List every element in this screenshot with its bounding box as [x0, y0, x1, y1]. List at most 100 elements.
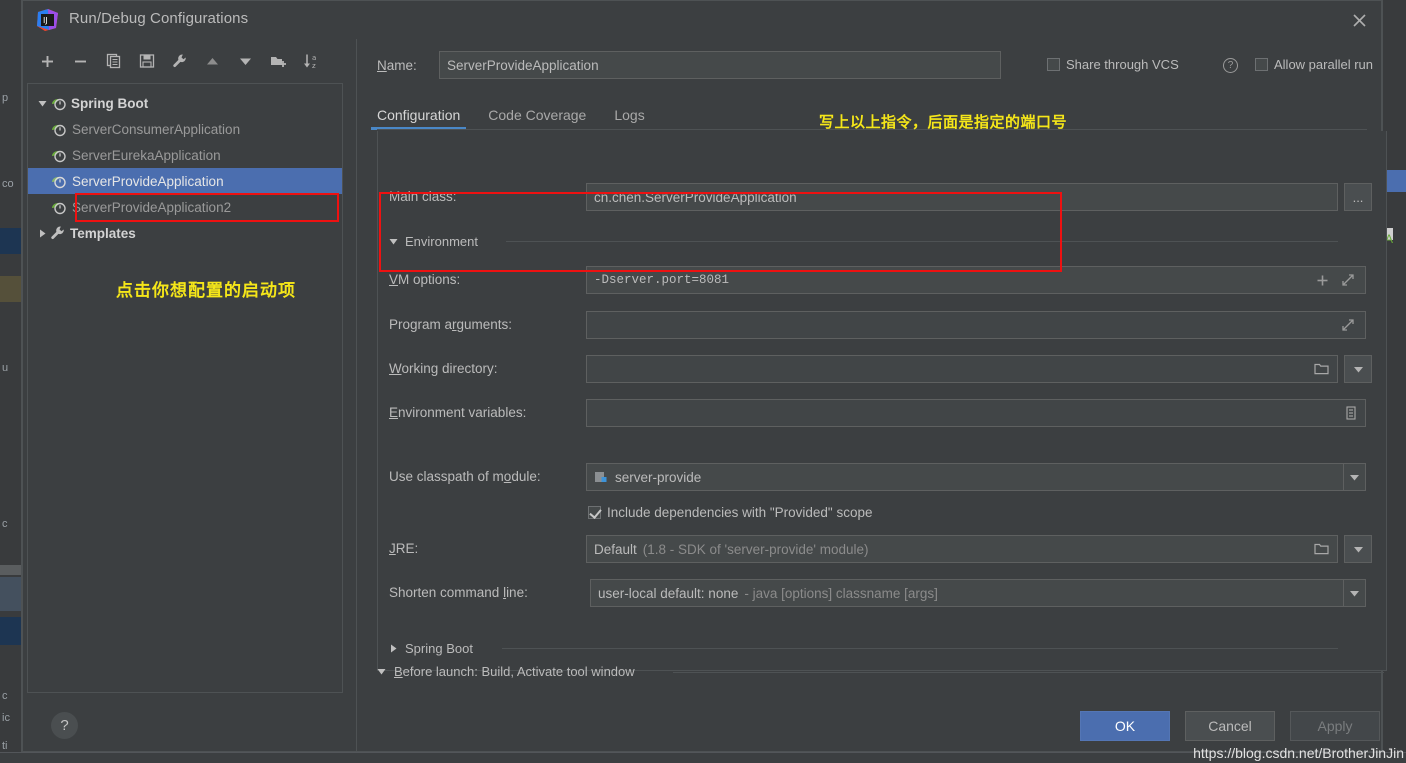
plus-icon: [1317, 275, 1328, 285]
close-icon: [1352, 13, 1366, 27]
vm-options-label: VM options:: [389, 272, 461, 287]
spring-boot-icon: [50, 173, 67, 189]
working-directory-dropdown-button[interactable]: [1344, 355, 1372, 383]
tab-code-coverage[interactable]: Code Coverage: [488, 107, 586, 130]
expand-collapse-icon[interactable]: [34, 220, 50, 246]
spring-boot-icon: [50, 95, 67, 111]
ellipsis-icon: ...: [1352, 189, 1364, 205]
tab-configuration[interactable]: Configuration: [370, 107, 467, 130]
allow-parallel-run-label: Allow parallel run: [1274, 57, 1373, 72]
allow-parallel-run-checkbox[interactable]: Allow parallel run: [1255, 57, 1373, 72]
triangle-down-icon: [240, 58, 251, 65]
expand-collapse-icon[interactable]: [34, 90, 50, 116]
name-input[interactable]: [439, 51, 1001, 79]
spring-boot-icon: [50, 199, 67, 215]
environment-variables-edit-button[interactable]: [1345, 400, 1357, 426]
tree-group-spring-boot[interactable]: Spring Boot: [28, 90, 342, 116]
sort-az-icon: a z: [303, 54, 316, 69]
module-icon: [594, 470, 608, 484]
tree-item-server-consumer-application[interactable]: ServerConsumerApplication: [28, 116, 342, 142]
top-annotation-text: 写上以上指令，后面是指定的端口号: [819, 114, 1068, 131]
tree-group-templates[interactable]: Templates: [28, 220, 342, 246]
program-arguments-input[interactable]: [586, 311, 1366, 339]
vm-options-add-button[interactable]: [1316, 267, 1329, 293]
jre-input[interactable]: Default (1.8 - SDK of 'server-provide' m…: [586, 535, 1338, 563]
background-left-strip: [0, 0, 22, 763]
triangle-up-icon: [207, 57, 218, 64]
configurations-toolbar: a z: [31, 46, 328, 76]
tree-annotation-text: 点击你想配置的启动项: [116, 281, 296, 300]
question-mark-icon: ?: [60, 717, 69, 734]
working-directory-input[interactable]: [586, 355, 1338, 383]
close-window-button[interactable]: [1337, 1, 1381, 39]
share-through-vcs-checkbox[interactable]: Share through VCS: [1047, 57, 1179, 72]
add-configuration-button[interactable]: [31, 47, 64, 75]
plus-icon: [42, 55, 53, 67]
working-directory-browse-button[interactable]: [1314, 356, 1329, 382]
classpath-module-dropdown[interactable]: server-provide: [586, 463, 1366, 491]
jre-label: JRE:: [389, 541, 419, 556]
tree-item-label: ServerConsumerApplication: [72, 121, 241, 137]
environment-section-label: Environment: [405, 234, 478, 249]
ok-button[interactable]: OK: [1080, 711, 1170, 741]
tree-item-server-provide-application-2[interactable]: ServerProvideApplication2: [28, 194, 342, 220]
list-edit-icon: [1346, 406, 1356, 420]
background-fragment-swatch: [0, 565, 21, 575]
save-configuration-button[interactable]: [130, 47, 163, 75]
tree-group-label: Templates: [70, 225, 136, 241]
sort-alphabetically-button[interactable]: a z: [295, 47, 328, 75]
apply-button[interactable]: Apply: [1290, 711, 1380, 741]
save-floppy-icon: [139, 54, 154, 68]
remove-configuration-button[interactable]: [64, 47, 97, 75]
checkbox-box[interactable]: [588, 506, 601, 519]
configuration-tabs: Configuration Code Coverage Logs: [370, 96, 673, 130]
classpath-module-value: server-provide: [615, 469, 702, 485]
environment-section-rule: [506, 241, 1338, 242]
tab-logs[interactable]: Logs: [614, 107, 644, 130]
shorten-command-line-value: user-local default: none: [598, 585, 739, 601]
vm-options-input[interactable]: -Dserver.port=8081: [586, 266, 1366, 294]
shorten-command-line-hint: - java [options] classname [args]: [744, 585, 938, 601]
classpath-module-dropdown-arrow[interactable]: [1343, 464, 1365, 490]
configuration-form-card: Main class: cn.chen.ServerProvideApplica…: [377, 131, 1387, 671]
copy-configuration-button[interactable]: [97, 47, 130, 75]
tree-item-label: ServerProvideApplication: [72, 173, 224, 189]
jre-browse-button[interactable]: [1314, 536, 1329, 562]
shorten-command-line-dropdown[interactable]: user-local default: none - java [options…: [590, 579, 1366, 607]
tree-group-label: Spring Boot: [71, 95, 149, 111]
before-launch-section[interactable]: Before launch: Build, Activate tool wind…: [377, 664, 635, 679]
help-button[interactable]: ?: [51, 712, 78, 739]
move-up-button[interactable]: [196, 47, 229, 75]
edit-templates-button[interactable]: [163, 47, 196, 75]
chevron-down-icon: [1350, 474, 1359, 480]
share-vcs-help-icon[interactable]: ?: [1223, 58, 1238, 73]
vm-options-expand-button[interactable]: [1341, 267, 1355, 293]
jre-value-hint: (1.8 - SDK of 'server-provide' module): [642, 541, 869, 557]
jre-dropdown-button[interactable]: [1344, 535, 1372, 563]
main-class-input[interactable]: cn.chen.ServerProvideApplication: [586, 183, 1338, 211]
background-fragment-swatch: [0, 228, 21, 254]
checkbox-box[interactable]: [1047, 58, 1060, 71]
folder-add-icon: [271, 56, 286, 67]
main-class-label: Main class:: [389, 189, 457, 204]
environment-variables-input[interactable]: [586, 399, 1366, 427]
tree-item-server-eureka-application[interactable]: ServerEurekaApplication: [28, 142, 342, 168]
checkbox-box[interactable]: [1255, 58, 1268, 71]
new-folder-button[interactable]: [262, 47, 295, 75]
shorten-command-line-dropdown-arrow[interactable]: [1343, 580, 1365, 606]
program-arguments-expand-button[interactable]: [1341, 312, 1355, 338]
spring-boot-section-header[interactable]: Spring Boot: [389, 641, 473, 656]
configuration-right-pane: Name: Share through VCS ? Allow parallel…: [357, 39, 1387, 753]
expand-diagonal-icon: [1342, 274, 1354, 286]
main-class-browse-button[interactable]: ...: [1344, 183, 1372, 211]
expand-diagonal-icon: [1342, 319, 1354, 331]
include-provided-scope-checkbox[interactable]: Include dependencies with "Provided" sco…: [588, 505, 873, 520]
configurations-tree[interactable]: Spring Boot ServerConsumerApplication Se…: [27, 83, 343, 693]
tree-item-server-provide-application[interactable]: ServerProvideApplication: [28, 168, 342, 194]
move-down-button[interactable]: [229, 47, 262, 75]
environment-section-header[interactable]: Environment: [389, 234, 478, 249]
expand-collapse-icon: [389, 239, 398, 245]
cancel-button[interactable]: Cancel: [1185, 711, 1275, 741]
background-code-fragment: c: [2, 518, 8, 530]
spring-boot-section-rule: [502, 648, 1338, 649]
